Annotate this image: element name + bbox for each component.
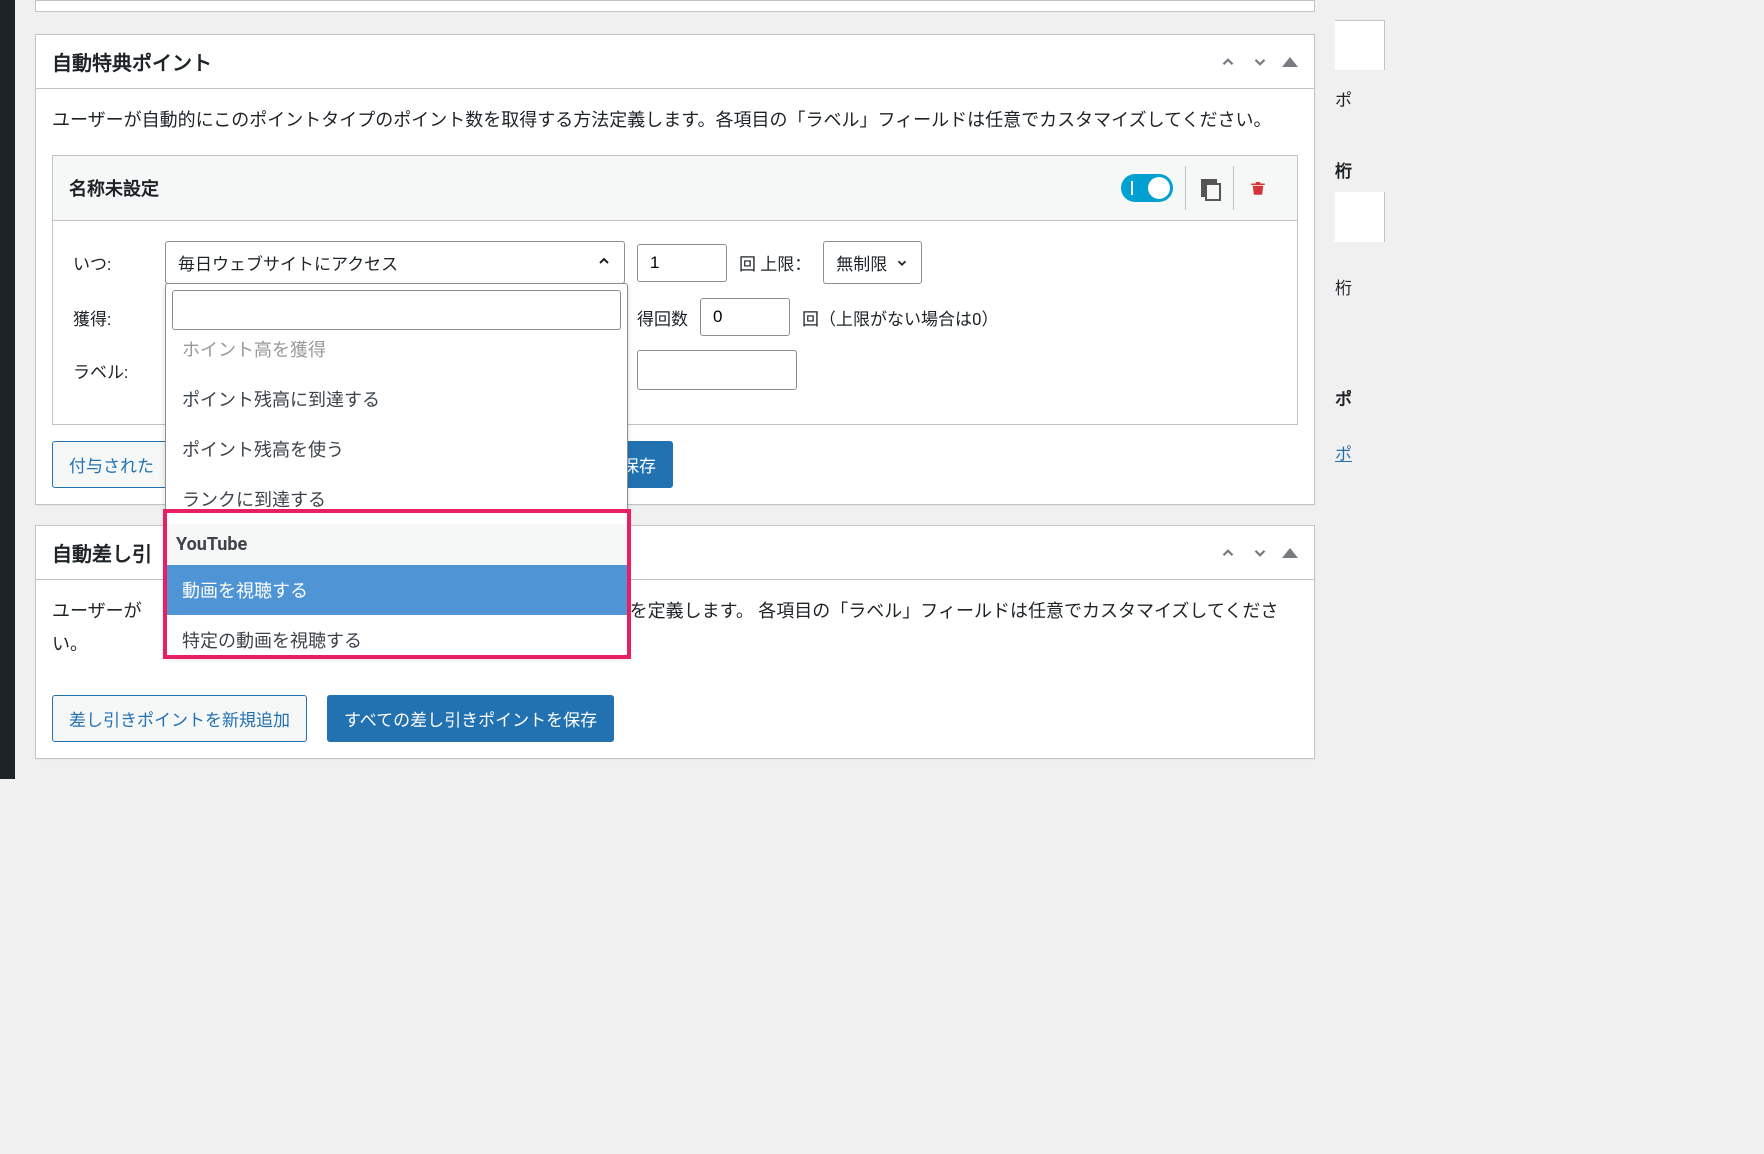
dropdown-list: ホイント高を獲得 ポイント残高に到達する ポイント残高を使う ランクに到達する … (166, 336, 627, 656)
config-header: 名称未設定 (53, 156, 1297, 221)
dropdown-search-wrap (166, 284, 627, 336)
dropdown-group-label: YouTube (166, 524, 627, 565)
dropdown-item[interactable]: ポイント残高を使う (166, 424, 627, 474)
move-up-icon[interactable] (1218, 543, 1238, 563)
config-block: 名称未設定 (52, 155, 1298, 425)
when-row: いつ: 毎日ウェブサイトにアクセス 回 上限： 無制限 (73, 241, 1277, 284)
dropdown-item[interactable]: ランクに到達する (166, 474, 627, 524)
times-label: 回 上限： (739, 250, 811, 275)
when-select-value: 毎日ウェブサイトにアクセス (178, 250, 398, 275)
earn-count-label: 得回数 (637, 305, 688, 330)
panel-stub-top (35, 0, 1315, 12)
dropdown-item[interactable]: ホイント高を獲得 (166, 336, 627, 374)
admin-sidebar (0, 0, 15, 779)
when-select[interactable]: 毎日ウェブサイトにアクセス (165, 241, 625, 284)
right-link[interactable]: ポ (1335, 445, 1352, 465)
collapse-icon[interactable] (1282, 57, 1298, 67)
panel-body: ユーザーが自動的にこのポイントタイプのポイント数を取得する方法定義します。各項目… (36, 89, 1314, 441)
duplicate-button[interactable] (1185, 166, 1233, 210)
panel-controls (1218, 543, 1298, 563)
dropdown-search-input[interactable] (172, 290, 621, 330)
right-label: ポ (1335, 86, 1385, 111)
label-input[interactable] (637, 350, 797, 390)
panel2-buttons: 差し引きポイントを新規追加 すべての差し引きポイントを保存 (36, 695, 1314, 758)
panel-title: 自動特典ポイント (52, 47, 212, 76)
collapse-icon[interactable] (1282, 548, 1298, 558)
dropdown-item[interactable]: 特定の動画を視聴する (166, 615, 627, 656)
enable-toggle[interactable] (1121, 174, 1173, 202)
earn-suffix: 回（上限がない場合は0） (802, 305, 999, 330)
chevron-up-icon (596, 253, 612, 273)
panel-header: 自動特典ポイント (36, 35, 1314, 89)
auto-bonus-points-panel: 自動特典ポイント ユーザーが自動的にこのポイントタイプのポイント数を取得する方法… (35, 34, 1315, 505)
panel-title: 自動差し引 (52, 538, 152, 567)
copy-icon (1201, 179, 1219, 197)
earn-count-input[interactable] (700, 298, 790, 336)
right-box-1 (1335, 20, 1385, 70)
times-input[interactable] (637, 244, 727, 282)
config-title: 名称未設定 (69, 175, 159, 201)
when-label: いつ: (73, 250, 153, 275)
dropdown-item[interactable]: 動画を視聴する (166, 565, 627, 615)
right-box-2 (1335, 192, 1385, 242)
earn-label: 獲得: (73, 305, 153, 330)
move-down-icon[interactable] (1250, 52, 1270, 72)
right-sidebar: ポ 桁 桁 ポ ポ (1335, 0, 1385, 779)
limit-value: 無制限 (836, 250, 887, 275)
panel-controls (1218, 52, 1298, 72)
move-down-icon[interactable] (1250, 543, 1270, 563)
right-label: ポ (1335, 385, 1385, 410)
add-deduct-button[interactable]: 差し引きポイントを新規追加 (52, 695, 307, 742)
move-up-icon[interactable] (1218, 52, 1238, 72)
delete-button[interactable] (1233, 166, 1281, 210)
panel-description: ユーザーが自動的にこのポイントタイプのポイント数を取得する方法定義します。各項目… (52, 105, 1298, 137)
trash-icon (1249, 178, 1267, 198)
right-label: 桁 (1335, 274, 1385, 299)
desc-prefix: ユーザーが (52, 601, 142, 622)
when-dropdown: ホイント高を獲得 ポイント残高に到達する ポイント残高を使う ランクに到達する … (165, 283, 628, 657)
right-label: 桁 (1335, 157, 1385, 182)
save-deduct-button[interactable]: すべての差し引きポイントを保存 (327, 695, 614, 742)
add-bonus-button[interactable]: 付与された (52, 441, 171, 488)
limit-select[interactable]: 無制限 (823, 241, 922, 284)
chevron-down-icon (895, 256, 909, 270)
label-label: ラベル: (73, 358, 153, 383)
config-actions (1121, 166, 1281, 210)
config-body: いつ: 毎日ウェブサイトにアクセス 回 上限： 無制限 (53, 221, 1297, 424)
dropdown-item[interactable]: ポイント残高に到達する (166, 374, 627, 424)
